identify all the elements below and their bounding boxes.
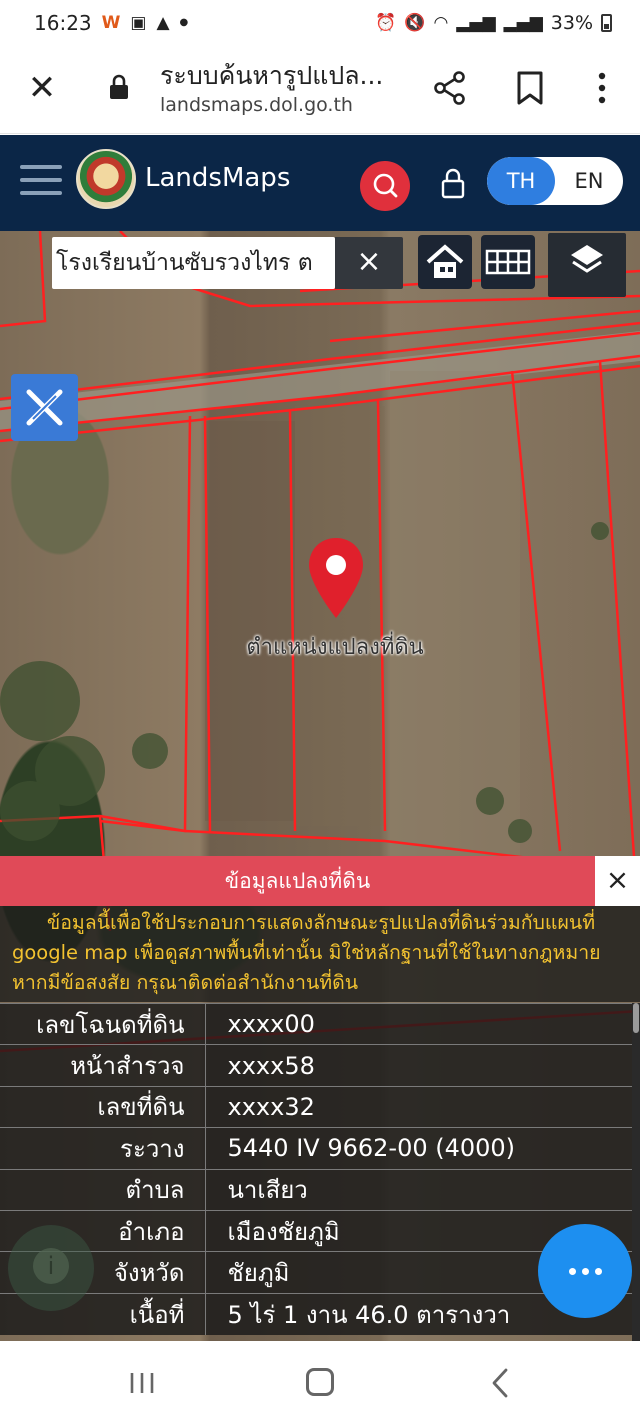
row-value: xxxx00 <box>227 1010 315 1039</box>
layers-button[interactable] <box>548 233 626 297</box>
alarm-icon: ⏰ <box>375 12 397 33</box>
ruler-pencil-icon <box>26 389 63 426</box>
info-panel-title: ข้อมูลแปลงที่ดิน <box>224 869 371 893</box>
info-panel-header: ข้อมูลแปลงที่ดิน × <box>0 856 640 906</box>
notice-line: ข้อมูลนี้เพื่อใช้ประกอบการแสดงลักษณะรูปแ… <box>46 911 596 934</box>
login-lock-icon[interactable] <box>440 167 466 199</box>
lock-icon <box>110 74 128 99</box>
row-value: 5440 IV 9662-00 (4000) <box>227 1134 516 1163</box>
hamburger-menu-icon[interactable] <box>20 165 62 199</box>
lang-en-button[interactable]: EN <box>555 157 623 205</box>
bookmark-icon[interactable] <box>514 70 546 106</box>
signal-icon-2: ▂▄▆ <box>503 12 543 33</box>
lang-th-button[interactable]: TH <box>487 157 555 205</box>
warning-icon: ▲ <box>156 12 170 33</box>
recent-apps-icon[interactable] <box>128 1371 156 1395</box>
table-row: เลขที่ดิน xxxx32 <box>0 1086 632 1128</box>
more-options-fab[interactable] <box>538 1224 632 1318</box>
home-nav-icon[interactable] <box>306 1368 334 1396</box>
more-dot-icon <box>582 1268 589 1275</box>
row-key: เลขโฉนดที่ดิน <box>0 1003 206 1045</box>
info-icon: i <box>33 1248 69 1284</box>
table-row: ระวาง 5440 IV 9662-00 (4000) <box>0 1127 632 1170</box>
wifi-icon: ◠ <box>433 12 449 33</box>
notice-line: google map เพื่อดูสภาพพื้นที่เท่านั้น มิ… <box>12 941 601 964</box>
info-scrollbar[interactable] <box>632 1003 640 1341</box>
row-key: ตำบล <box>0 1169 206 1211</box>
parcel-info-table: เลขโฉนดที่ดิน xxxx00 หน้าสำรวจ xxxx58 เลขท… <box>0 1003 632 1335</box>
table-row: เลขโฉนดที่ดิน xxxx00 <box>0 1003 632 1045</box>
row-key: เลขที่ดิน <box>0 1086 206 1128</box>
page-title[interactable]: ระบบค้นหารูปแปล... <box>160 56 410 96</box>
row-value: xxxx58 <box>227 1051 315 1080</box>
battery-percent: 33% <box>550 12 593 34</box>
home-button[interactable] <box>418 235 472 289</box>
clear-search-button[interactable]: × <box>335 237 403 289</box>
home-icon <box>426 244 464 278</box>
row-value: xxxx32 <box>227 1092 315 1121</box>
measure-tool-button[interactable] <box>11 374 78 441</box>
row-value: นาเสียว <box>227 1176 308 1205</box>
battery-icon <box>601 14 612 32</box>
table-row: เนื้อที่ 5 ไร่ 1 งาน 46.0 ตารางวา <box>0 1293 632 1335</box>
more-dot-icon <box>569 1268 576 1275</box>
more-dot-icon <box>595 1268 602 1275</box>
row-key: หน้าสำรวจ <box>0 1044 206 1087</box>
status-time: 16:23 <box>34 11 92 35</box>
search-icon <box>373 173 398 198</box>
language-toggle[interactable]: TH EN <box>487 157 623 205</box>
system-nav-bar <box>0 1341 640 1422</box>
row-key: ระวาง <box>0 1127 206 1170</box>
browser-toolbar: ✕ ระบบค้นหารูปแปล... landsmaps.dol.go.th <box>0 46 640 134</box>
pin-label: ตำแหน่งแปลงที่ดิน <box>246 635 424 660</box>
map-pin-icon[interactable] <box>306 536 366 620</box>
layers-icon <box>571 245 603 273</box>
info-close-button[interactable]: × <box>595 856 640 906</box>
dot-icon: ● <box>179 17 189 28</box>
app-header: LandsMaps TH EN <box>0 135 640 231</box>
grid-button[interactable] <box>481 235 535 289</box>
share-icon[interactable] <box>432 70 468 106</box>
search-button[interactable] <box>360 161 410 211</box>
notification-app-icon: W <box>101 12 121 33</box>
status-bar: 16:23 W ▣ ▲ ● ⏰ 🔇 ◠ ▂▄▆ ▂▄▆ 33% <box>0 0 640 46</box>
mute-icon: 🔇 <box>404 12 426 33</box>
back-icon[interactable] <box>488 1367 512 1399</box>
info-fab[interactable]: i <box>8 1225 94 1311</box>
table-row: อำเภอ เมืองชัยภูมิ <box>0 1210 632 1252</box>
grid-icon <box>485 249 531 275</box>
page-url[interactable]: landsmaps.dol.go.th <box>160 94 353 116</box>
close-icon[interactable]: ✕ <box>22 68 62 108</box>
brand-name: LandsMaps <box>145 163 291 193</box>
signal-icon: ▂▄▆ <box>456 12 496 33</box>
table-row: ตำบล นาเสียว <box>0 1169 632 1211</box>
gallery-icon: ▣ <box>130 12 147 33</box>
location-search-input[interactable]: โรงเรียนบ้านซับรวงไทร ต <box>52 237 335 289</box>
notice-line: หากมีข้อสงสัย กรุณาติดต่อสำนักงานที่ดิน <box>12 971 359 994</box>
department-logo <box>76 149 136 209</box>
table-row: หน้าสำรวจ xxxx58 <box>0 1044 632 1087</box>
disclaimer-notice: ข้อมูลนี้เพื่อใช้ประกอบการแสดงลักษณะรูปแ… <box>0 906 640 1002</box>
more-vertical-icon[interactable] <box>590 70 614 106</box>
